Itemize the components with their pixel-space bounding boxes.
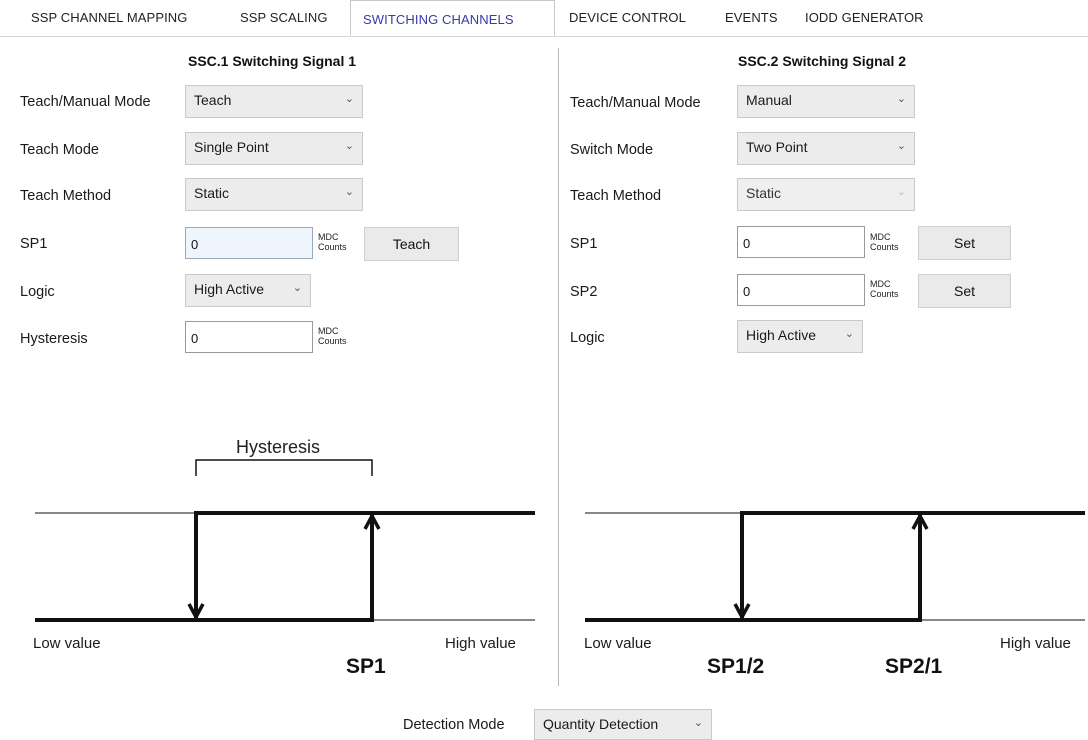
high-value-label: High value <box>445 635 516 652</box>
switching-diagrams <box>35 459 1085 622</box>
right-window-diagram <box>585 511 1085 622</box>
rising-path <box>585 513 922 622</box>
chevron-down-icon: ⌄ <box>693 717 703 729</box>
sp12-marker-label: SP1/2 <box>707 655 765 678</box>
low-value-label: Low value <box>33 635 101 652</box>
left-hysteresis-diagram <box>35 459 535 622</box>
detection-mode-label: Detection Mode <box>403 717 505 733</box>
hysteresis-diagram-label: Hysteresis <box>236 437 321 457</box>
sp1-marker-label: SP1 <box>346 655 386 678</box>
high-value-label-2: High value <box>1000 635 1071 652</box>
sp21-marker-label: SP2/1 <box>885 655 943 678</box>
low-value-label-2: Low value <box>584 635 652 652</box>
detection-mode-select[interactable]: Quantity Detection ⌄ <box>534 709 712 740</box>
rising-path <box>35 513 374 622</box>
hysteresis-bracket <box>195 459 373 476</box>
detection-mode-value: Quantity Detection <box>543 716 659 732</box>
